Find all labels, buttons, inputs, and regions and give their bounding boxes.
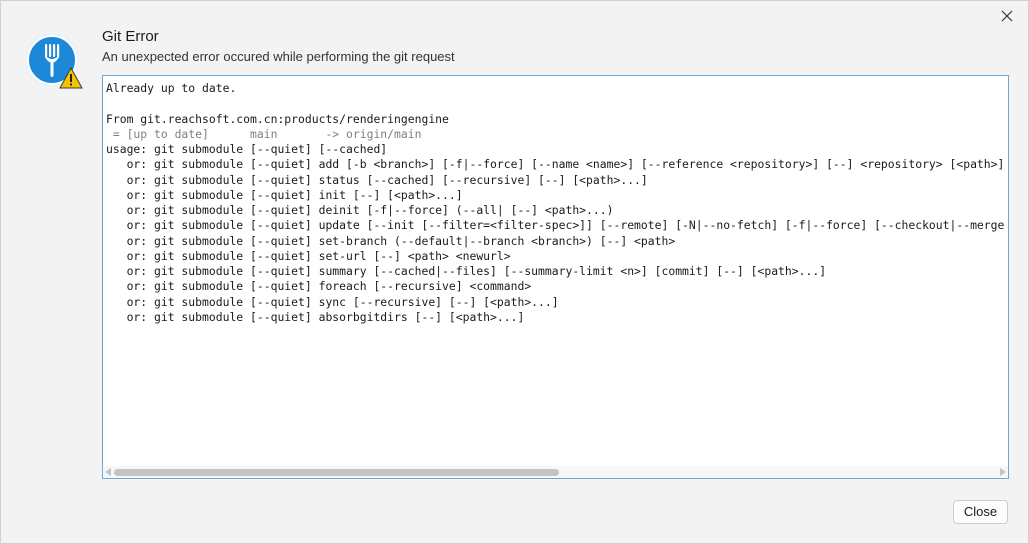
output-line: or: git submodule [--quiet] sync [--recu…: [106, 294, 559, 309]
output-line: or: git submodule [--quiet] set-branch (…: [106, 233, 676, 248]
output-line: From git.reachsoft.com.cn:products/rende…: [106, 111, 449, 126]
output-line: or: git submodule [--quiet] absorbgitdir…: [106, 309, 525, 324]
output-line: or: git submodule [--quiet] deinit [-f|-…: [106, 203, 614, 217]
close-icon-glyph: [1001, 10, 1013, 22]
horizontal-scrollbar[interactable]: [103, 466, 1008, 478]
output-line: or: git submodule [--quiet] summary [--c…: [106, 264, 827, 278]
warning-icon: [59, 67, 83, 89]
output-line: Already up to date.: [106, 81, 237, 95]
git-error-dialog: Git Error An unexpected error occured wh…: [0, 0, 1029, 544]
close-button[interactable]: Close: [953, 500, 1008, 524]
output-line: or: git submodule [--quiet] add [-b <bra…: [106, 157, 1005, 172]
output-line: or: git submodule [--quiet] foreach [--r…: [106, 279, 532, 294]
output-line: or: git submodule [--quiet] status [--ca…: [106, 172, 648, 187]
close-icon[interactable]: [998, 7, 1016, 25]
scrollbar-thumb[interactable]: [114, 469, 559, 476]
git-output-text: Already up to date. From git.reachsoft.co…: [106, 81, 1006, 325]
scroll-right-icon[interactable]: [1000, 468, 1006, 476]
output-line: or: git submodule [--quiet] set-url [--]…: [106, 248, 511, 263]
output-line: or: git submodule [--quiet] init [--] [<…: [106, 187, 463, 202]
scroll-left-icon[interactable]: [105, 468, 111, 476]
git-output-textbox[interactable]: Already up to date. From git.reachsoft.co…: [102, 75, 1009, 479]
dialog-title: Git Error: [102, 28, 159, 45]
app-icon: [25, 33, 83, 89]
dialog-subtitle: An unexpected error occured while perfor…: [102, 49, 455, 64]
output-line: usage: git submodule [--quiet] [--cached…: [106, 142, 388, 156]
output-line: or: git submodule [--quiet] update [--in…: [106, 218, 1006, 233]
output-line: = [up to date] main -> origin/main: [106, 126, 422, 141]
